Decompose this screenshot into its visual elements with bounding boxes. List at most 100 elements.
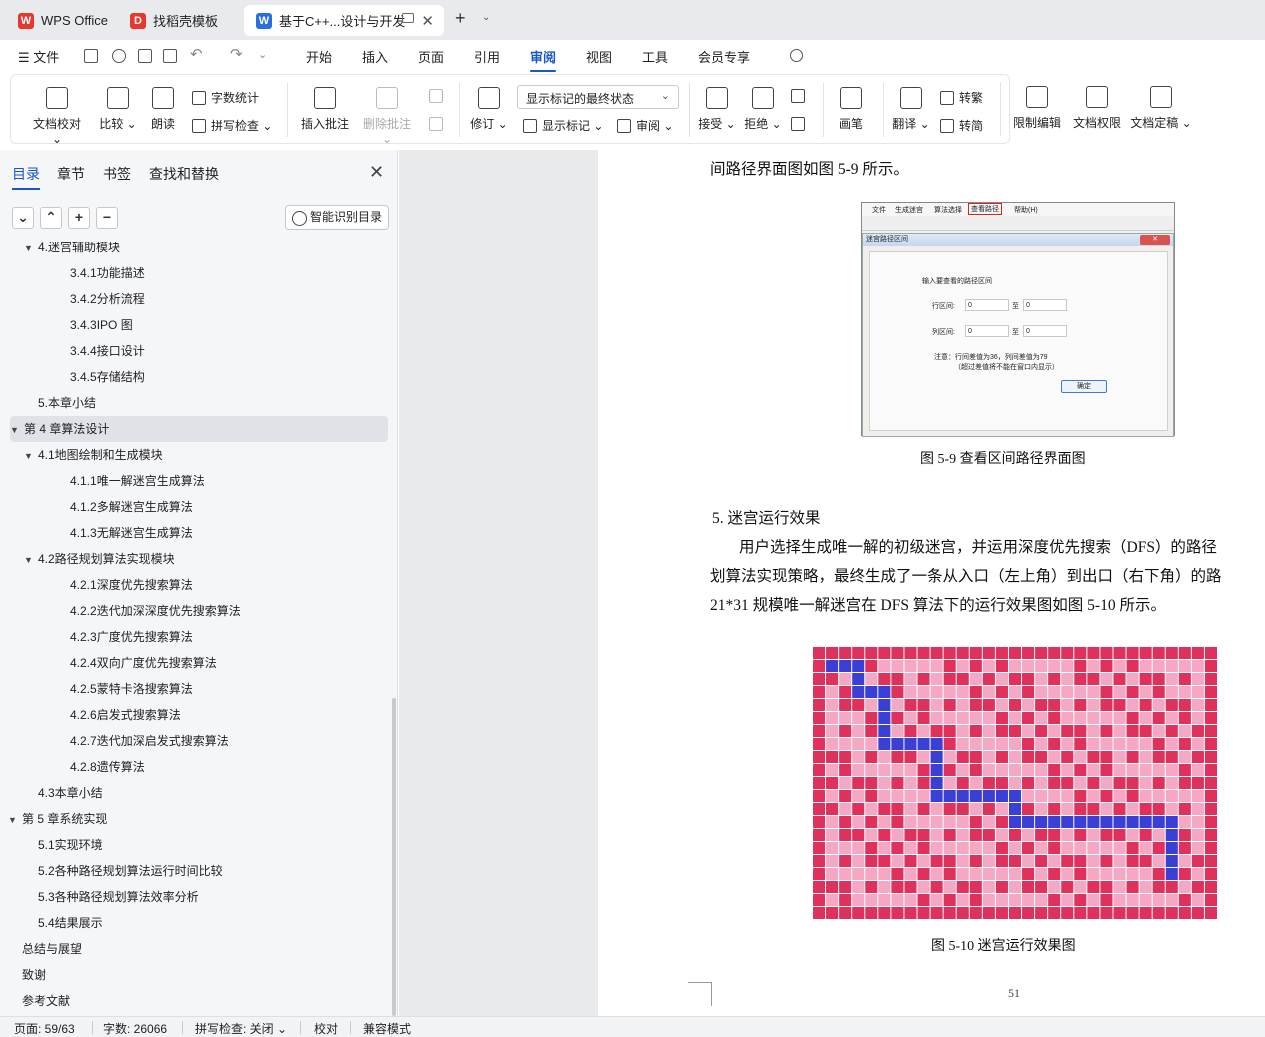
prev-comment-button[interactable] xyxy=(429,89,448,103)
toc-item[interactable]: 总结与展望 xyxy=(22,936,82,962)
toc-item[interactable]: ▼ 第 5 章系统实现 xyxy=(8,806,107,832)
toc-item[interactable]: 4.2.8遗传算法 xyxy=(70,754,145,780)
toc-item[interactable]: 4.3本章小结 xyxy=(38,780,103,806)
nav-tab-find-replace[interactable]: 查找和替换 xyxy=(149,164,219,184)
spell-check-button[interactable]: 拼写检查 ⌄ xyxy=(192,117,272,134)
review-pane-button[interactable]: 审阅 ⌄ xyxy=(617,117,673,134)
add-heading-button[interactable]: + xyxy=(68,207,90,229)
menu-view[interactable]: 视图 xyxy=(586,47,612,66)
prev-revision-button[interactable] xyxy=(791,89,810,103)
menu-tools[interactable]: 工具 xyxy=(642,47,668,66)
toc-item[interactable]: 4.2.4双向广度优先搜索算法 xyxy=(70,650,217,676)
toc-item[interactable]: 5.4结果展示 xyxy=(38,910,103,936)
menu-page[interactable]: 页面 xyxy=(418,47,444,66)
toc-item[interactable]: 4.2.6启发式搜索算法 xyxy=(70,702,181,728)
smart-toc-button[interactable]: 智能识别目录 xyxy=(285,205,389,230)
menu-file[interactable]: ☰ 文件 xyxy=(18,47,59,66)
monitor-icon[interactable] xyxy=(402,13,414,23)
nav-tab-chapter[interactable]: 章节 xyxy=(57,164,85,184)
insert-comment-button[interactable]: 插入批注 xyxy=(297,87,353,132)
menu-insert[interactable]: 插入 xyxy=(362,47,388,66)
next-revision-button[interactable] xyxy=(791,117,810,131)
maze-wall-cell xyxy=(1074,673,1087,685)
toc-item[interactable]: 致谢 xyxy=(22,962,46,988)
to-simplified-button[interactable]: 转简 xyxy=(940,117,983,134)
toc-item[interactable]: 4.1.1唯一解迷宫生成算法 xyxy=(70,468,205,494)
toc-scrollbar[interactable] xyxy=(392,698,396,1016)
delete-comment-button[interactable]: 删除批注 ⌄ xyxy=(357,87,417,146)
tab-docer-template[interactable]: D 找稻壳模板 xyxy=(118,5,238,36)
expand-up-button[interactable]: ⌃ xyxy=(40,207,62,229)
nav-tab-bookmark[interactable]: 书签 xyxy=(103,164,131,184)
search-icon[interactable] xyxy=(790,49,803,62)
expand-arrow-icon[interactable]: ▼ xyxy=(24,242,38,261)
toc-item[interactable]: ▼ 4.1地图绘制和生成模块 xyxy=(24,442,163,468)
toc-item[interactable]: 5.本章小结 xyxy=(38,390,96,416)
compare-button[interactable]: 比较 ⌄ xyxy=(95,87,141,132)
show-marks-button[interactable]: 显示标记 ⌄ xyxy=(523,117,603,134)
page-count[interactable]: 页面: 59/63 xyxy=(14,1020,75,1037)
toc-item[interactable]: 3.4.5存储结构 xyxy=(70,364,145,390)
accept-button[interactable]: 接受 ⌄ xyxy=(697,87,737,132)
tab-document[interactable]: W 基于C++...设计与开发 ✕ xyxy=(244,5,444,36)
reject-button[interactable]: 拒绝 ⌄ xyxy=(743,87,783,132)
share-icon[interactable] xyxy=(112,49,126,63)
doc-permission-button[interactable]: 文档权限 xyxy=(1070,86,1124,131)
word-count-button[interactable]: 字数统计 xyxy=(192,89,259,106)
read-aloud-button[interactable]: 朗读 xyxy=(143,87,183,132)
toc-item[interactable]: 3.4.3IPO 图 xyxy=(70,312,133,338)
mark-state-select[interactable]: 显示标记的最终状态 ⌄ xyxy=(517,85,679,109)
toc-item[interactable]: 3.4.2分析流程 xyxy=(70,286,145,312)
toc-item[interactable]: 5.2各种路径规划算法运行时间比较 xyxy=(38,858,223,884)
redo-icon[interactable]: ↷ xyxy=(230,45,244,63)
toc-item[interactable]: 4.2.5蒙特卡洛搜索算法 xyxy=(70,676,193,702)
toc-item[interactable]: 5.3各种路径规划算法效率分析 xyxy=(38,884,199,910)
chevron-down-icon[interactable]: ⌄ xyxy=(482,12,490,23)
toc-item[interactable]: 4.2.7迭代加深启发式搜索算法 xyxy=(70,728,229,754)
print-preview-icon[interactable] xyxy=(163,49,177,63)
undo-icon[interactable]: ↶ xyxy=(190,45,204,63)
toc-item[interactable]: 3.4.4接口设计 xyxy=(70,338,145,364)
word-count[interactable]: 字数: 26066 xyxy=(103,1020,167,1037)
collapse-down-button[interactable]: ⌄ xyxy=(12,207,34,229)
toc-item[interactable]: ▼ 第 4 章算法设计 xyxy=(10,416,388,442)
expand-arrow-icon[interactable]: ▼ xyxy=(10,417,24,443)
revise-button[interactable]: 修订 ⌄ xyxy=(467,87,511,132)
menu-reference[interactable]: 引用 xyxy=(474,47,500,66)
to-traditional-button[interactable]: 转繁 xyxy=(940,89,983,106)
toc-item[interactable]: ▼ 4.2路径规划算法实现模块 xyxy=(24,546,175,572)
toc-item[interactable]: 4.1.3无解迷宫生成算法 xyxy=(70,520,193,546)
doc-finalize-button[interactable]: 文档定稿 ⌄ xyxy=(1130,86,1192,131)
translate-button[interactable]: 翻译 ⌄ xyxy=(891,87,931,132)
toc-item[interactable]: 参考文献 xyxy=(22,988,70,1014)
print-icon[interactable] xyxy=(138,49,152,63)
toc-item[interactable]: 4.2.1深度优先搜索算法 xyxy=(70,572,193,598)
close-tab-icon[interactable]: ✕ xyxy=(421,12,434,30)
chevron-down-icon[interactable]: ⌄ xyxy=(258,48,272,62)
toc-item[interactable]: ▼ 4.迷宫辅助模块 xyxy=(24,242,120,260)
remove-heading-button[interactable]: − xyxy=(96,207,118,229)
proof-status[interactable]: 校对 xyxy=(314,1020,338,1037)
toc-item[interactable]: 4.2.3广度优先搜索算法 xyxy=(70,624,193,650)
expand-arrow-icon[interactable]: ▼ xyxy=(24,547,38,573)
expand-arrow-icon[interactable]: ▼ xyxy=(8,807,22,833)
new-tab-plus-icon[interactable]: + xyxy=(455,8,466,29)
doc-check-button[interactable]: 文档校对 ⌄ xyxy=(27,87,87,146)
toc-item[interactable]: 4.1.2多解迷宫生成算法 xyxy=(70,494,193,520)
nav-tab-toc[interactable]: 目录 xyxy=(12,164,40,190)
spell-check-status[interactable]: 拼写检查: 关闭 ⌄ xyxy=(195,1020,287,1037)
toc-item[interactable]: 3.4.1功能描述 xyxy=(70,260,145,286)
save-icon[interactable] xyxy=(84,49,98,63)
restrict-edit-button[interactable]: 限制编辑 xyxy=(1010,86,1064,131)
document-page[interactable]: 间路径界面图如图 5-9 所示。 文件 生成迷宫 算法选择 查看路径 帮助(H)… xyxy=(598,150,1265,1016)
menu-home[interactable]: 开始 xyxy=(306,47,332,66)
ink-button[interactable]: 画笔 xyxy=(831,87,871,132)
expand-arrow-icon[interactable]: ▼ xyxy=(24,443,38,469)
tab-wps-office[interactable]: W WPS Office xyxy=(6,5,111,36)
menu-member[interactable]: 会员专享 xyxy=(698,47,750,66)
menu-review[interactable]: 审阅 xyxy=(530,47,557,72)
toc-item[interactable]: 4.2.2迭代加深深度优先搜索算法 xyxy=(70,598,241,624)
toc-item[interactable]: 5.1实现环境 xyxy=(38,832,103,858)
next-comment-button[interactable] xyxy=(429,117,448,131)
close-icon[interactable]: ✕ xyxy=(369,162,384,183)
